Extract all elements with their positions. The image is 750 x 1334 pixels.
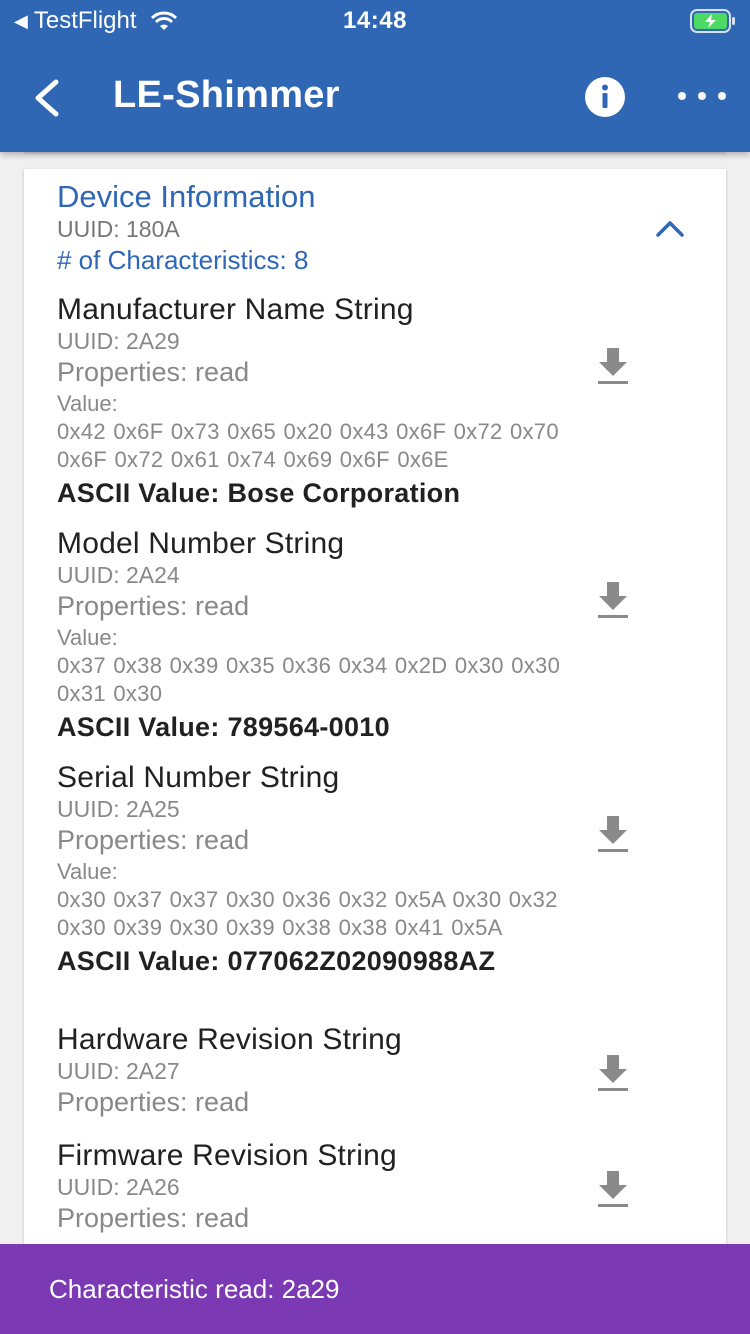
characteristic-item: Manufacturer Name String UUID: 2A29 Prop… [57, 292, 697, 510]
back-button[interactable] [24, 72, 68, 124]
characteristic-name: Serial Number String [57, 761, 340, 794]
back-arrow-icon [35, 79, 59, 117]
download-icon[interactable] [595, 580, 631, 620]
download-icon[interactable] [595, 814, 631, 854]
download-icon[interactable] [595, 346, 631, 386]
characteristic-ascii-value: ASCII Value: 789564-0010 [57, 712, 390, 742]
download-icon[interactable] [595, 1169, 631, 1209]
characteristic-ascii-value: ASCII Value: Bose Corporation [57, 478, 461, 508]
service-uuid: UUID: 180A [57, 216, 180, 242]
snackbar: Characteristic read: 2a29 [0, 1244, 750, 1334]
characteristic-value: 0x37 0x38 0x39 0x35 0x36 0x34 0x2D 0x30 … [57, 653, 561, 706]
characteristic-ascii-value: ASCII Value: 077062Z02090988AZ [57, 946, 496, 976]
service-name[interactable]: Device Information [57, 179, 315, 215]
info-icon[interactable] [584, 76, 626, 118]
more-icon[interactable] [678, 84, 726, 108]
characteristic-name: Model Number String [57, 527, 345, 560]
characteristic-value: 0x30 0x37 0x37 0x30 0x36 0x32 0x5A 0x30 … [57, 887, 558, 940]
characteristic-value-label: Value: [57, 859, 118, 884]
battery-charging-icon [690, 9, 735, 33]
characteristic-value-label: Value: [57, 391, 118, 416]
snackbar-message: Characteristic read: 2a29 [49, 1273, 340, 1304]
app-bar: LE-Shimmer [0, 44, 750, 152]
chevron-up-icon[interactable] [652, 211, 688, 247]
characteristic-value: 0x42 0x6F 0x73 0x65 0x20 0x43 0x6F 0x72 … [57, 419, 559, 472]
page-title: LE-Shimmer [113, 74, 340, 116]
characteristic-name: Manufacturer Name String [57, 293, 414, 326]
characteristic-item: Model Number String UUID: 2A24 Propertie… [57, 526, 697, 744]
top-bar: ◀ TestFlight 14:48 LE-Shimmer [0, 0, 750, 152]
service-card: Device Information UUID: 180A # of Chara… [24, 169, 726, 1289]
characteristic-value-label: Value: [57, 625, 118, 650]
status-time: 14:48 [343, 7, 407, 34]
download-icon[interactable] [595, 1053, 631, 1093]
status-bar: ◀ TestFlight 14:48 [0, 0, 750, 44]
service-characteristic-count: # of Characteristics: 8 [57, 245, 309, 275]
characteristic-item: Serial Number String UUID: 2A25 Properti… [57, 760, 697, 978]
